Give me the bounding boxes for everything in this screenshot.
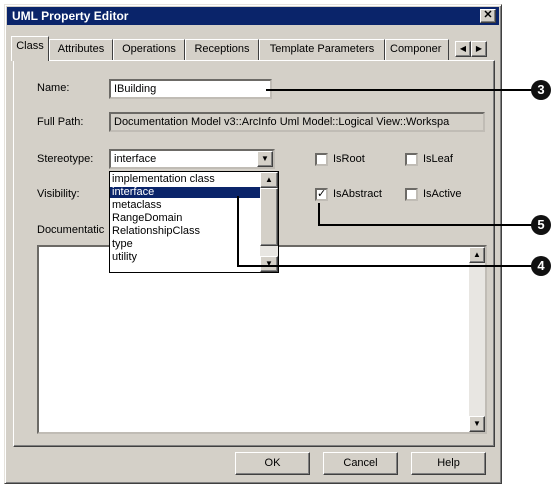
callout-3: 3	[531, 80, 551, 100]
cancel-button[interactable]: Cancel	[323, 452, 398, 475]
isleaf-label: IsLeaf	[423, 153, 453, 165]
close-icon: ✕	[483, 9, 493, 21]
dialog-window: UML Property Editor ✕ Class Attributes O…	[4, 4, 502, 484]
tab-scroll-left-button[interactable]: ◀	[455, 41, 471, 57]
checkmark-icon: ✓	[317, 188, 327, 200]
chevron-down-icon: ▼	[261, 154, 269, 163]
callout-4-line-horizontal	[237, 265, 536, 267]
scroll-up-button[interactable]: ▲	[469, 247, 485, 263]
stereotype-dropdown-list: implementation class interface metaclass…	[109, 171, 279, 273]
tab-template-parameters[interactable]: Template Parameters	[259, 39, 385, 60]
isabstract-checkbox[interactable]: ✓	[315, 188, 328, 201]
isroot-checkbox[interactable]	[315, 153, 328, 166]
list-item[interactable]: type	[110, 239, 277, 250]
title-bar[interactable]: UML Property Editor ✕	[7, 7, 499, 25]
tab-receptions[interactable]: Receptions	[185, 39, 259, 60]
stereotype-value: interface	[114, 153, 157, 165]
documentation-label: Documentatic	[37, 224, 105, 236]
callout-5-line-vertical	[318, 203, 320, 225]
isabstract-label: IsAbstract	[333, 188, 382, 200]
window-title: UML Property Editor	[12, 9, 129, 23]
list-item[interactable]: RangeDomain	[110, 213, 277, 224]
callout-5: 5	[531, 215, 551, 235]
chevron-up-icon: ▲	[473, 250, 481, 259]
arrow-right-icon: ▶	[475, 44, 483, 53]
callout-3-line	[266, 89, 536, 91]
full-path-field: Documentation Model v3::ArcInfo Uml Mode…	[109, 112, 485, 132]
scroll-down-button[interactable]: ▼	[469, 416, 485, 432]
stereotype-dropdown-button[interactable]: ▼	[257, 151, 273, 167]
list-item[interactable]: utility	[110, 252, 277, 263]
full-path-label: Full Path:	[37, 116, 84, 128]
callout-4-line-vertical	[237, 196, 239, 266]
tab-components[interactable]: Componer	[385, 39, 449, 60]
name-label: Name:	[37, 82, 70, 94]
tab-operations[interactable]: Operations	[113, 39, 185, 60]
visibility-label: Visibility:	[37, 188, 80, 200]
documentation-scrollbar[interactable]: ▲ ▼	[469, 247, 485, 432]
chevron-down-icon: ▼	[473, 419, 481, 428]
isactive-label: IsActive	[423, 188, 462, 200]
stereotype-label: Stereotype:	[37, 153, 94, 165]
dropdown-scrollbar[interactable]: ▲ ▼	[260, 172, 278, 272]
chevron-up-icon: ▲	[265, 175, 273, 184]
close-button[interactable]: ✕	[480, 9, 496, 23]
tab-class[interactable]: Class	[11, 36, 49, 61]
name-input[interactable]: IBuilding	[109, 79, 272, 99]
ok-button[interactable]: OK	[235, 452, 310, 475]
callout-4: 4	[531, 256, 551, 276]
isleaf-checkbox[interactable]	[405, 153, 418, 166]
arrow-left-icon: ◀	[459, 44, 467, 53]
help-button[interactable]: Help	[411, 452, 486, 475]
stereotype-select[interactable]: interface ▼	[109, 149, 275, 169]
isroot-label: IsRoot	[333, 153, 365, 165]
list-item-selected[interactable]: interface	[110, 187, 277, 198]
dropdown-scroll-down-button[interactable]: ▼	[260, 256, 278, 272]
list-item[interactable]: implementation class	[110, 174, 277, 185]
tab-attributes[interactable]: Attributes	[49, 39, 113, 60]
documentation-textarea[interactable]	[37, 245, 487, 434]
list-item[interactable]: RelationshipClass	[110, 226, 277, 237]
list-item[interactable]: metaclass	[110, 200, 277, 211]
isactive-checkbox[interactable]	[405, 188, 418, 201]
tab-scroll-right-button[interactable]: ▶	[471, 41, 487, 57]
callout-5-line-horizontal	[318, 224, 536, 226]
dropdown-scroll-thumb[interactable]	[260, 188, 278, 246]
dropdown-scroll-up-button[interactable]: ▲	[260, 172, 278, 188]
